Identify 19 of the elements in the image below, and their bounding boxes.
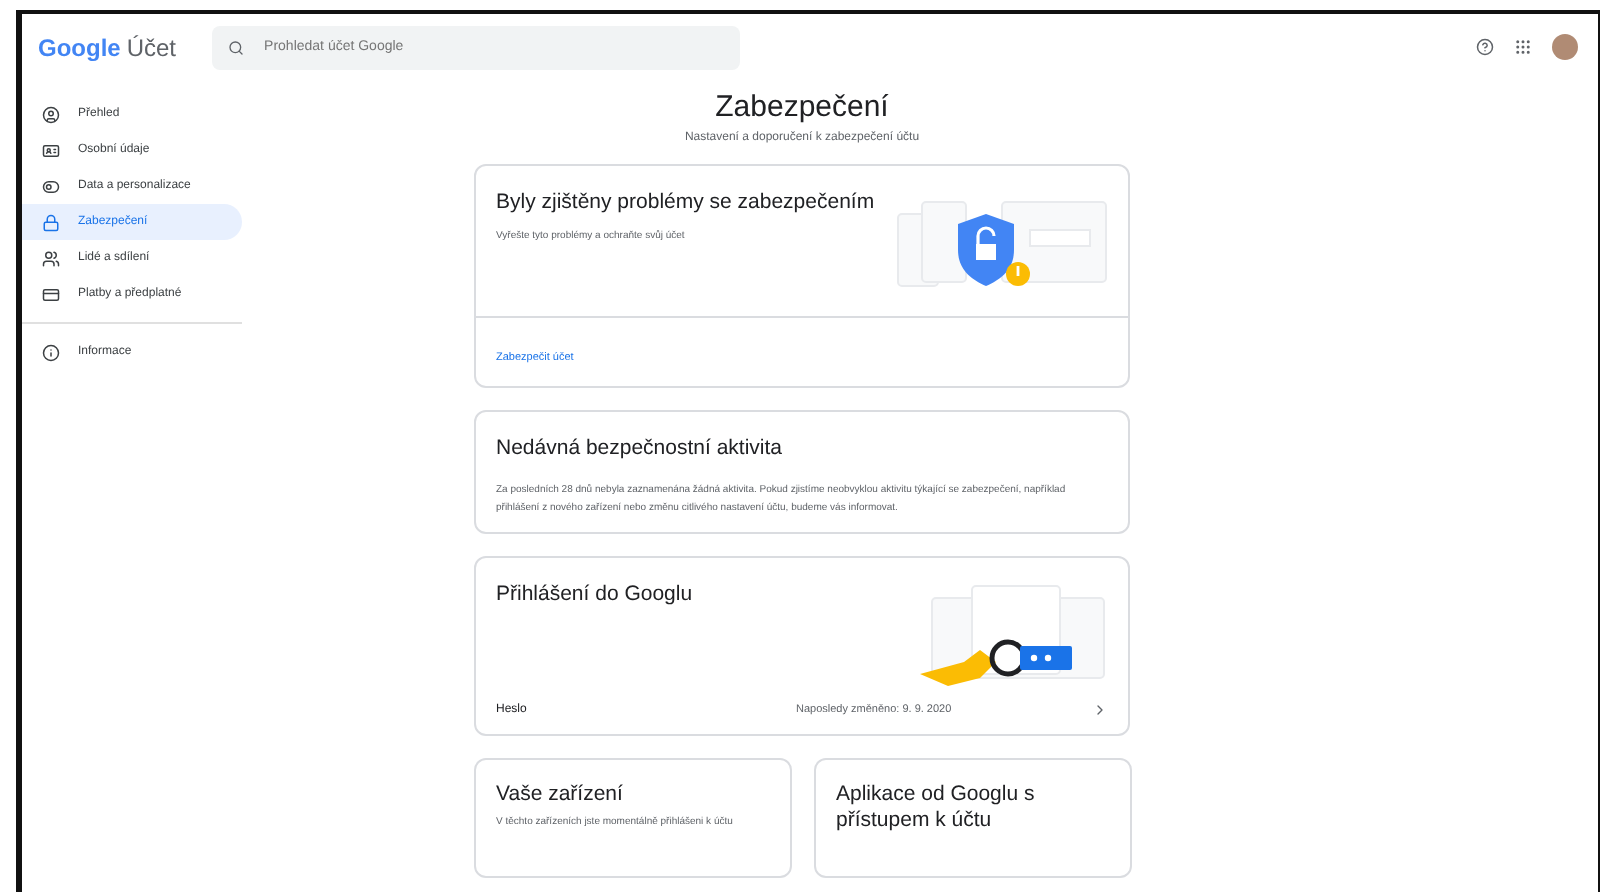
people-icon — [42, 249, 60, 267]
page-title: Zabezpečení — [715, 90, 889, 124]
help-icon[interactable] — [1476, 38, 1494, 56]
google-account-logo[interactable]: Google Účet — [38, 33, 177, 61]
avatar[interactable] — [1552, 34, 1578, 60]
card-title: Byly zjištěny problémy se zabezpečením — [496, 190, 875, 217]
chevron-right-icon — [1092, 702, 1108, 719]
card-title: Vaše zařízení — [496, 782, 625, 809]
info-icon — [42, 343, 60, 361]
card-title: Aplikace od Googlu s přístupem k účtu — [836, 782, 1037, 835]
account-circle-icon — [42, 105, 60, 123]
search-icon — [228, 39, 245, 55]
lock-icon — [42, 213, 60, 231]
credit-card-icon — [42, 285, 60, 303]
card-title: Přihlášení do Googlu — [496, 582, 693, 611]
card-title: Nedávná bezpečnostní aktivita — [496, 436, 785, 463]
toggle-icon — [42, 177, 60, 195]
apps-grid-icon[interactable] — [1514, 38, 1532, 56]
id-card-icon — [42, 141, 60, 159]
